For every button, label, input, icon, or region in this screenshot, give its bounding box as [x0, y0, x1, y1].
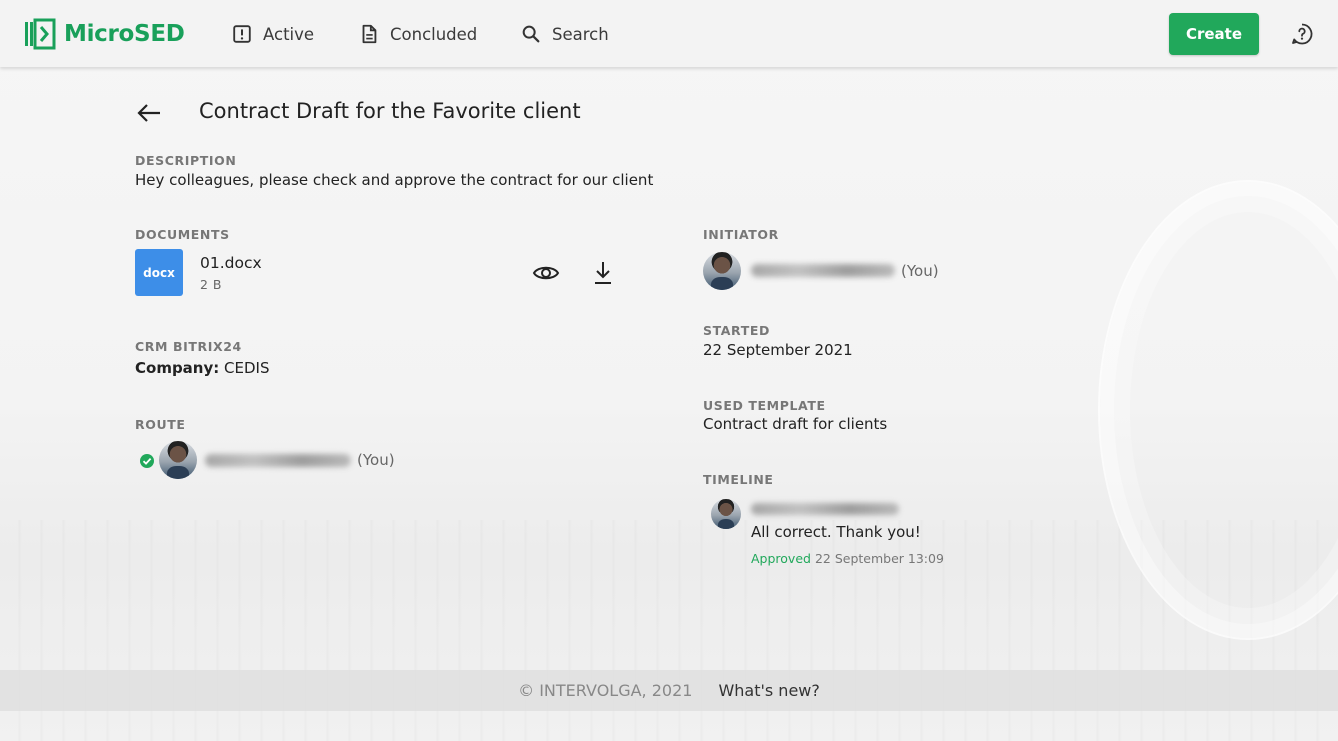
documents-label: DOCUMENTS — [135, 227, 230, 242]
nav-item-search[interactable]: Search — [520, 22, 609, 46]
approved-check-icon — [140, 454, 154, 468]
nav-item-label: Active — [263, 24, 315, 44]
initiator-label: INITIATOR — [703, 227, 779, 242]
background-ring-decoration — [1098, 180, 1338, 640]
logo-mark-icon — [25, 18, 56, 50]
docx-file-icon: docx — [135, 249, 183, 296]
initiator-name-redacted — [751, 264, 895, 277]
timeline-status-line: Approved 22 September 13:09 — [751, 551, 944, 566]
route-label: ROUTE — [135, 417, 186, 432]
download-icon[interactable] — [589, 258, 617, 286]
description-text: Hey colleagues, please check and approve… — [135, 171, 654, 189]
timeline-label: TIMELINE — [703, 472, 774, 487]
document-icon — [362, 24, 377, 44]
timeline-user-name-redacted — [751, 503, 899, 515]
alert-square-icon — [233, 25, 251, 43]
nav-item-concluded[interactable]: Concluded — [358, 22, 477, 46]
app-name: MicroSED — [64, 21, 185, 47]
nav-item-label: Search — [552, 24, 609, 44]
help-icon[interactable] — [1290, 22, 1314, 46]
initiator-you-label: (You) — [901, 262, 939, 280]
template-value: Contract draft for clients — [703, 415, 888, 433]
app-logo[interactable]: MicroSED — [24, 17, 185, 51]
avatar — [159, 441, 197, 479]
crm-label: CRM BITRIX24 — [135, 339, 242, 354]
company-label: Company: — [135, 359, 220, 377]
nav-item-label: Concluded — [390, 24, 478, 44]
avatar — [711, 499, 741, 529]
copyright-text: © INTERVOLGA, 2021 — [518, 681, 693, 700]
whats-new-link[interactable]: What's new? — [718, 681, 819, 700]
timeline-timestamp: 22 September 13:09 — [814, 551, 944, 566]
company-value: CEDIS — [224, 359, 270, 377]
crm-company: Company: CEDIS — [135, 359, 270, 377]
nav-item-active[interactable]: Active — [231, 22, 314, 46]
template-label: USED TEMPLATE — [703, 398, 826, 413]
route-you-label: (You) — [357, 451, 395, 469]
document-size: 2 B — [200, 277, 223, 292]
started-label: STARTED — [703, 323, 770, 338]
top-navigation-bar: MicroSED Active Concluded Search Create — [0, 0, 1338, 67]
description-label: DESCRIPTION — [135, 153, 237, 168]
eye-icon[interactable] — [532, 259, 560, 287]
back-arrow-icon[interactable] — [136, 100, 162, 126]
document-name[interactable]: 01.docx — [200, 254, 262, 272]
create-button[interactable]: Create — [1169, 13, 1259, 55]
footer: © INTERVOLGA, 2021 What's new? — [0, 670, 1338, 711]
page-title: Contract Draft for the Favorite client — [199, 99, 581, 123]
search-icon — [522, 25, 540, 43]
timeline-comment: All correct. Thank you! — [751, 523, 921, 541]
status-badge: Approved — [751, 551, 811, 566]
route-user-name-redacted — [205, 454, 351, 467]
avatar — [703, 252, 741, 290]
started-value: 22 September 2021 — [703, 341, 853, 359]
